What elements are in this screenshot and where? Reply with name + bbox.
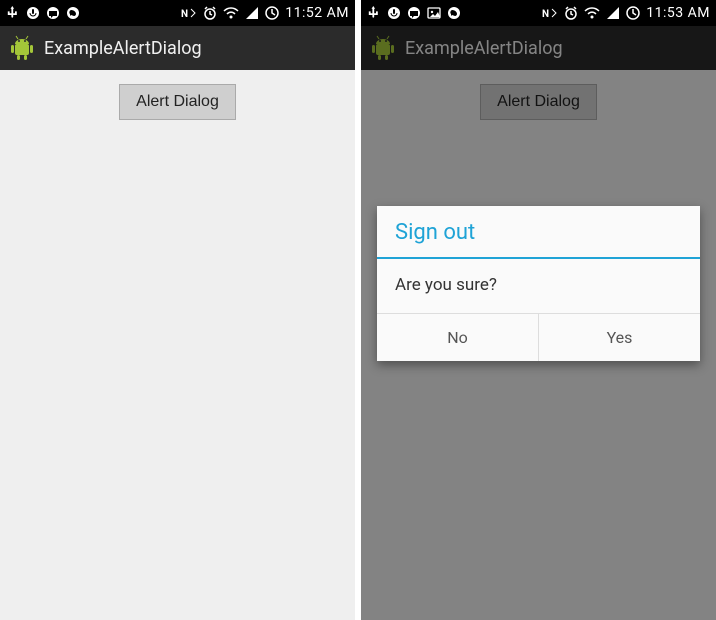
app-bar: ExampleAlertDialog: [0, 26, 355, 70]
alert-dialog-button[interactable]: Alert Dialog: [119, 84, 236, 120]
dialog-no-button[interactable]: No: [377, 314, 538, 361]
signal-icon: [606, 6, 620, 20]
image-icon: [427, 6, 441, 20]
phone-screen-dialog: N 11:53 AM ExampleAlertDialog Alert Dial…: [361, 0, 716, 620]
alert-dialog: Sign out Are you sure? No Yes: [377, 206, 700, 361]
whatsapp-icon: [447, 6, 461, 20]
status-bar: N 11:52 AM: [0, 0, 355, 26]
svg-text:N: N: [542, 9, 549, 20]
signal-icon: [245, 6, 259, 20]
dialog-yes-button[interactable]: Yes: [538, 314, 700, 361]
clock-text: 11:53 AM: [646, 5, 710, 21]
battery-icon: [265, 6, 279, 20]
modal-overlay[interactable]: Sign out Are you sure? No Yes: [361, 26, 716, 620]
android-robot-icon: [10, 35, 34, 61]
whatsapp-icon: [66, 6, 80, 20]
voice-icon: [387, 6, 401, 20]
wifi-icon: [584, 6, 600, 20]
clock-text: 11:52 AM: [285, 5, 349, 21]
alarm-icon: [564, 6, 578, 20]
dialog-title: Sign out: [377, 206, 700, 259]
nfc-icon: N: [542, 6, 558, 20]
alarm-icon: [203, 6, 217, 20]
usb-icon: [367, 6, 381, 20]
svg-text:N: N: [181, 9, 188, 20]
chat-icon: [46, 6, 60, 20]
screen-content: Alert Dialog: [0, 70, 355, 620]
wifi-icon: [223, 6, 239, 20]
dialog-actions: No Yes: [377, 313, 700, 361]
battery-icon: [626, 6, 640, 20]
app-title: ExampleAlertDialog: [44, 38, 202, 59]
status-bar: N 11:53 AM: [361, 0, 716, 26]
chat-icon: [407, 6, 421, 20]
nfc-icon: N: [181, 6, 197, 20]
phone-screen-idle: N 11:52 AM ExampleAlertDialog Alert Dial…: [0, 0, 355, 620]
voice-icon: [26, 6, 40, 20]
usb-icon: [6, 6, 20, 20]
dialog-message: Are you sure?: [377, 259, 700, 313]
